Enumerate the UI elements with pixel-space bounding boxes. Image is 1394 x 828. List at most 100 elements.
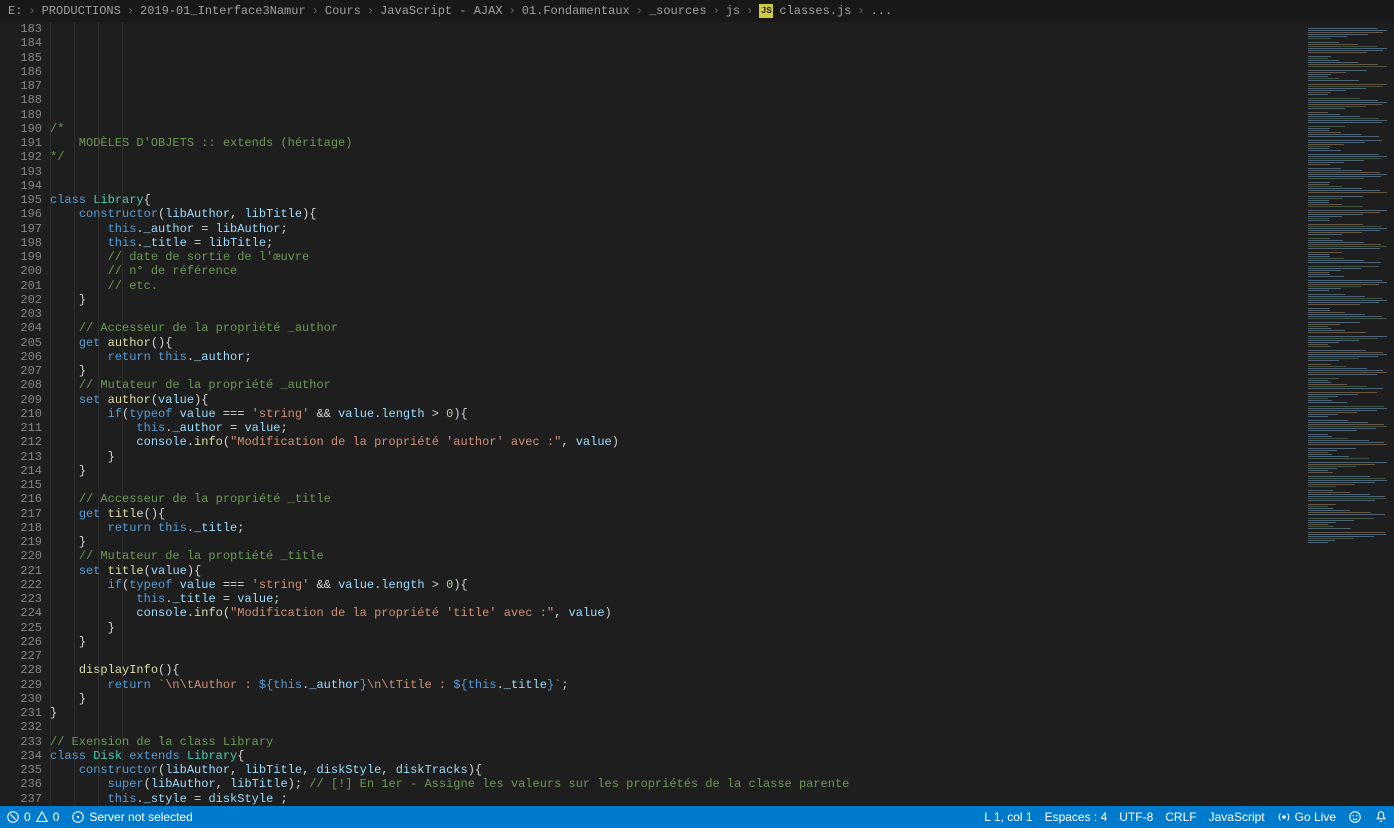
line-number[interactable]: 231	[0, 706, 42, 720]
line-number[interactable]: 210	[0, 407, 42, 421]
line-number[interactable]: 230	[0, 692, 42, 706]
code-line[interactable]: }	[50, 706, 1303, 720]
code-line[interactable]: return this._author;	[50, 350, 1303, 364]
line-number[interactable]: 206	[0, 350, 42, 364]
code-line[interactable]	[50, 165, 1303, 179]
line-number[interactable]: 236	[0, 777, 42, 791]
code-line[interactable]: // n° de référence	[50, 264, 1303, 278]
line-number-gutter[interactable]: 1831841851861871881891901911921931941951…	[0, 22, 50, 806]
code-line[interactable]: // Mutateur de la proptiété _title	[50, 549, 1303, 563]
line-number[interactable]: 200	[0, 264, 42, 278]
line-number[interactable]: 217	[0, 507, 42, 521]
code-line[interactable]: constructor(libAuthor, libTitle){	[50, 207, 1303, 221]
line-number[interactable]: 195	[0, 193, 42, 207]
line-number[interactable]: 192	[0, 150, 42, 164]
code-line[interactable]: super(libAuthor, libTitle); // [!] En 1e…	[50, 777, 1303, 791]
code-line[interactable]: MODÈLES D'OBJETS :: extends (héritage)	[50, 136, 1303, 150]
breadcrumb-segment[interactable]: JavaScript - AJAX	[380, 0, 502, 22]
line-number[interactable]: 193	[0, 165, 42, 179]
line-number[interactable]: 211	[0, 421, 42, 435]
line-number[interactable]: 218	[0, 521, 42, 535]
line-number[interactable]: 202	[0, 293, 42, 307]
line-number[interactable]: 197	[0, 222, 42, 236]
code-line[interactable]: // etc.	[50, 279, 1303, 293]
breadcrumb-file[interactable]: classes.js	[779, 0, 851, 22]
code-line[interactable]: // Exension de la class Library	[50, 735, 1303, 749]
code-line[interactable]: class Library{	[50, 193, 1303, 207]
code-line[interactable]: }	[50, 621, 1303, 635]
line-number[interactable]: 209	[0, 393, 42, 407]
feedback[interactable]	[1348, 810, 1362, 824]
minimap[interactable]	[1303, 22, 1394, 806]
line-number[interactable]: 229	[0, 678, 42, 692]
line-number[interactable]: 205	[0, 336, 42, 350]
breadcrumb-segment[interactable]: PRODUCTIONS	[42, 0, 121, 22]
notifications[interactable]	[1374, 810, 1388, 824]
line-number[interactable]: 237	[0, 792, 42, 806]
code-line[interactable]: }	[50, 464, 1303, 478]
line-number[interactable]: 213	[0, 450, 42, 464]
code-line[interactable]: if(typeof value === 'string' && value.le…	[50, 578, 1303, 592]
cursor-position[interactable]: L 1, col 1	[984, 810, 1032, 824]
line-number[interactable]: 224	[0, 606, 42, 620]
code-line[interactable]: // Mutateur de la propriété _author	[50, 378, 1303, 392]
problems-indicator[interactable]: 0 0	[6, 810, 59, 824]
code-line[interactable]: constructor(libAuthor, libTitle, diskSty…	[50, 763, 1303, 777]
code-line[interactable]: this._style = diskStyle ;	[50, 792, 1303, 806]
server-status[interactable]: Server not selected	[71, 810, 192, 824]
code-line[interactable]: this._author = libAuthor;	[50, 222, 1303, 236]
code-line[interactable]: /*	[50, 122, 1303, 136]
line-number[interactable]: 203	[0, 307, 42, 321]
breadcrumb-segment[interactable]: 2019-01_Interface3Namur	[140, 0, 306, 22]
code-line[interactable]: }	[50, 364, 1303, 378]
code-editor[interactable]: /* MODÈLES D'OBJETS :: extends (héritage…	[50, 22, 1303, 806]
code-line[interactable]: console.info("Modification de la proprié…	[50, 606, 1303, 620]
line-number[interactable]: 190	[0, 122, 42, 136]
code-line[interactable]: get title(){	[50, 507, 1303, 521]
line-number[interactable]: 196	[0, 207, 42, 221]
code-line[interactable]: // date de sortie de l'œuvre	[50, 250, 1303, 264]
line-number[interactable]: 222	[0, 578, 42, 592]
line-number[interactable]: 226	[0, 635, 42, 649]
line-number[interactable]: 186	[0, 65, 42, 79]
line-number[interactable]: 223	[0, 592, 42, 606]
line-number[interactable]: 185	[0, 51, 42, 65]
code-line[interactable]: if(typeof value === 'string' && value.le…	[50, 407, 1303, 421]
indentation[interactable]: Espaces : 4	[1045, 810, 1108, 824]
language-mode[interactable]: JavaScript	[1209, 810, 1265, 824]
line-number[interactable]: 219	[0, 535, 42, 549]
breadcrumb[interactable]: E:›PRODUCTIONS›2019-01_Interface3Namur›C…	[0, 0, 1394, 22]
encoding[interactable]: UTF-8	[1119, 810, 1153, 824]
breadcrumb-segment[interactable]: E:	[8, 0, 22, 22]
line-number[interactable]: 227	[0, 649, 42, 663]
code-line[interactable]: set title(value){	[50, 564, 1303, 578]
line-number[interactable]: 225	[0, 621, 42, 635]
breadcrumb-segment[interactable]: _sources	[649, 0, 707, 22]
line-number[interactable]: 212	[0, 435, 42, 449]
line-number[interactable]: 188	[0, 93, 42, 107]
line-number[interactable]: 207	[0, 364, 42, 378]
line-number[interactable]: 183	[0, 22, 42, 36]
line-number[interactable]: 232	[0, 720, 42, 734]
line-number[interactable]: 204	[0, 321, 42, 335]
breadcrumb-more[interactable]: ...	[871, 0, 893, 22]
line-number[interactable]: 221	[0, 564, 42, 578]
line-number[interactable]: 216	[0, 492, 42, 506]
line-number[interactable]: 233	[0, 735, 42, 749]
code-line[interactable]: this._title = value;	[50, 592, 1303, 606]
go-live[interactable]: Go Live	[1277, 810, 1336, 824]
code-line[interactable]: // Accesseur de la propriété _title	[50, 492, 1303, 506]
line-number[interactable]: 215	[0, 478, 42, 492]
code-line[interactable]: displayInfo(){	[50, 663, 1303, 677]
code-line[interactable]: set author(value){	[50, 393, 1303, 407]
code-line[interactable]: }	[50, 450, 1303, 464]
code-line[interactable]	[50, 478, 1303, 492]
line-number[interactable]: 189	[0, 108, 42, 122]
breadcrumb-segment[interactable]: 01.Fondamentaux	[522, 0, 630, 22]
code-line[interactable]: }	[50, 692, 1303, 706]
breadcrumb-segment[interactable]: Cours	[325, 0, 361, 22]
line-number[interactable]: 208	[0, 378, 42, 392]
line-number[interactable]: 234	[0, 749, 42, 763]
code-line[interactable]	[50, 720, 1303, 734]
line-number[interactable]: 194	[0, 179, 42, 193]
